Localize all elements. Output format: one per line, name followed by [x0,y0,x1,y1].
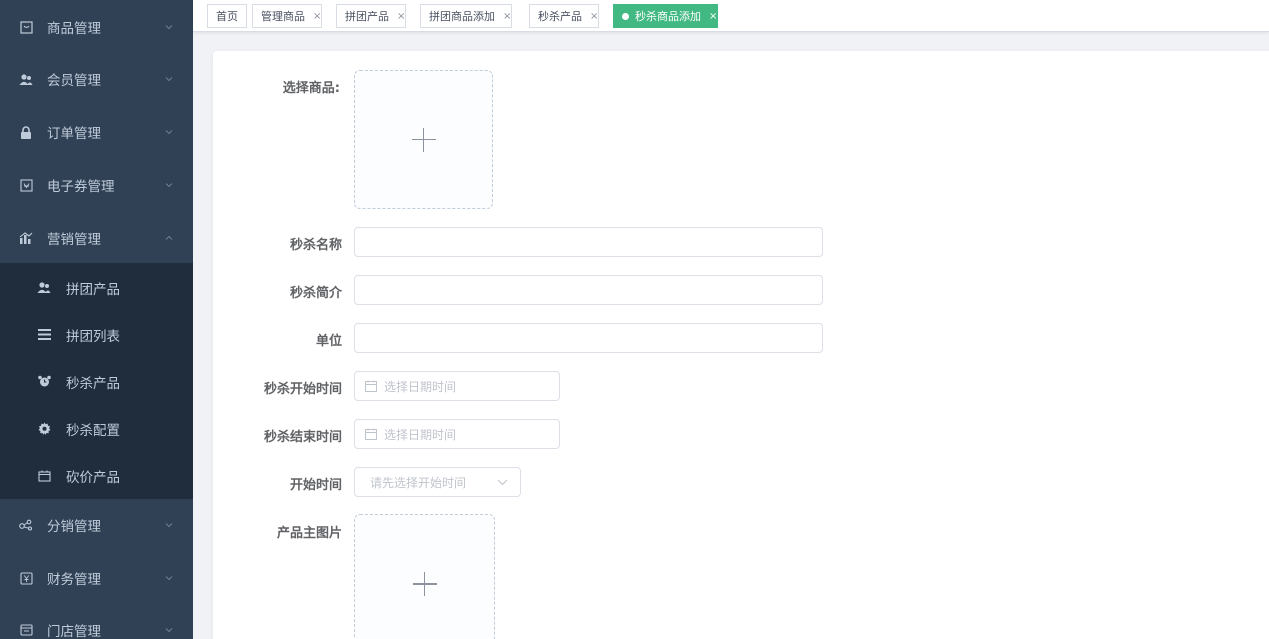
sidebar-item-label: 电子券管理 [47,179,115,195]
plus-icon [411,127,436,152]
select-goods-label: 选择商品: [282,81,340,96]
close-icon[interactable]: × [397,11,405,22]
alarm-icon [37,375,51,389]
chevron-down-icon [165,523,173,528]
coupon-icon [19,178,33,192]
chevron-down-icon [165,77,173,82]
close-icon[interactable]: × [313,11,321,22]
submenu-item-label: 砍价产品 [66,469,120,486]
sidebar-item-label: 财务管理 [47,572,101,588]
submenu-item-bargain-products[interactable]: 砍价产品 [0,452,193,499]
sidebar: 商品管理 会员管理 订单管理 电子券管理 营销管理 拼团产品 拼团列表 秒杀产品… [0,0,193,639]
sidebar-item-label: 门店管理 [47,624,101,639]
tag-seckill-goods-add[interactable]: 秒杀商品添加 × [613,4,719,28]
seckill-name-label: 秒杀名称 [289,238,342,253]
submenu-item-label: 拼团列表 [66,328,120,345]
submenu-item-group-products[interactable]: 拼团产品 [0,264,193,311]
seckill-intro-label: 秒杀简介 [289,286,342,301]
begin-time-label: 开始时间 [289,478,342,493]
chevron-up-icon [165,235,173,240]
sidebar-item-coupons[interactable]: 电子券管理 [0,159,193,211]
date-placeholder: 选择日期时间 [384,379,457,394]
submenu-item-label: 拼团产品 [66,281,120,298]
submenu-item-seckill-products[interactable]: 秒杀产品 [0,358,193,405]
sidebar-item-distribution[interactable]: 分销管理 [0,499,193,551]
sidebar-item-label: 订单管理 [47,126,101,142]
unit-label: 单位 [315,334,342,349]
seckill-start-time-label: 秒杀开始时间 [263,382,342,397]
main-image-label: 产品主图片 [276,526,342,541]
main-image-upload[interactable] [354,514,495,639]
calendar-icon [365,428,377,440]
date-placeholder: 选择日期时间 [384,427,457,442]
tag-label: 秒杀商品添加 [635,10,701,23]
tag-label: 拼团产品 [345,10,389,23]
chevron-down-icon [165,628,173,633]
chevron-down-icon [165,183,173,188]
store-icon [19,623,33,637]
list-icon [37,328,51,342]
submenu-item-label: 秒杀产品 [66,375,120,392]
tag-group-goods-add[interactable]: 拼团商品添加 × [420,4,513,28]
active-dot [622,12,629,20]
chevron-down-icon [165,130,173,135]
submenu-item-label: 秒杀配置 [66,422,120,439]
tag-seckill-products[interactable]: 秒杀产品 × [529,4,600,28]
sidebar-item-goods[interactable]: 商品管理 [0,1,193,53]
chevron-down-icon [165,25,173,30]
select-goods-upload[interactable] [354,70,493,209]
share-icon [19,518,33,532]
seckill-end-time-label: 秒杀结束时间 [263,430,342,445]
close-icon[interactable]: × [590,11,598,22]
sidebar-item-stores[interactable]: 门店管理 [0,604,193,639]
close-icon[interactable]: × [709,11,717,22]
gear-icon [37,422,51,436]
chevron-down-icon [497,479,508,486]
tag-label: 管理商品 [261,10,305,23]
users-icon [19,72,33,86]
sidebar-item-label: 营销管理 [47,232,101,248]
submenu-item-group-list[interactable]: 拼团列表 [0,311,193,358]
goods-icon [19,20,33,34]
tag-label: 秒杀产品 [538,10,582,23]
tags-view: 首页 管理商品 × 拼团产品 × 拼团商品添加 × 秒杀产品 × 秒杀商品添加 … [193,0,1269,32]
seckill-name-input[interactable] [354,227,823,257]
chevron-down-icon [165,576,173,581]
tag-group-products[interactable]: 拼团产品 × [336,4,407,28]
sidebar-item-orders[interactable]: 订单管理 [0,106,193,158]
tag-manage-goods[interactable]: 管理商品 × [252,4,323,28]
tag-label: 首页 [216,10,238,23]
box-icon [37,469,51,483]
sidebar-item-finance[interactable]: 财务管理 [0,552,193,604]
submenu-item-seckill-config[interactable]: 秒杀配置 [0,405,193,452]
select-placeholder: 请先选择开始时间 [370,475,467,490]
chart-icon [19,231,33,245]
sidebar-item-label: 商品管理 [47,21,101,37]
sidebar-item-members[interactable]: 会员管理 [0,53,193,105]
calendar-icon [365,380,377,392]
sidebar-item-marketing[interactable]: 营销管理 [0,212,193,264]
close-icon[interactable]: × [503,11,511,22]
group-icon [37,281,51,295]
tag-label: 拼团商品添加 [429,10,495,23]
begin-time-select[interactable]: 请先选择开始时间 [354,467,521,497]
tag-home[interactable]: 首页 [207,4,247,28]
seckill-intro-input[interactable] [354,275,823,305]
sidebar-item-label: 分销管理 [47,519,101,535]
lock-icon [19,125,33,139]
plus-icon [412,572,437,596]
seckill-start-time-picker[interactable]: 选择日期时间 [354,371,560,401]
unit-input[interactable] [354,323,823,353]
finance-icon [19,571,33,585]
seckill-end-time-picker[interactable]: 选择日期时间 [354,419,560,449]
sidebar-item-label: 会员管理 [47,73,101,89]
